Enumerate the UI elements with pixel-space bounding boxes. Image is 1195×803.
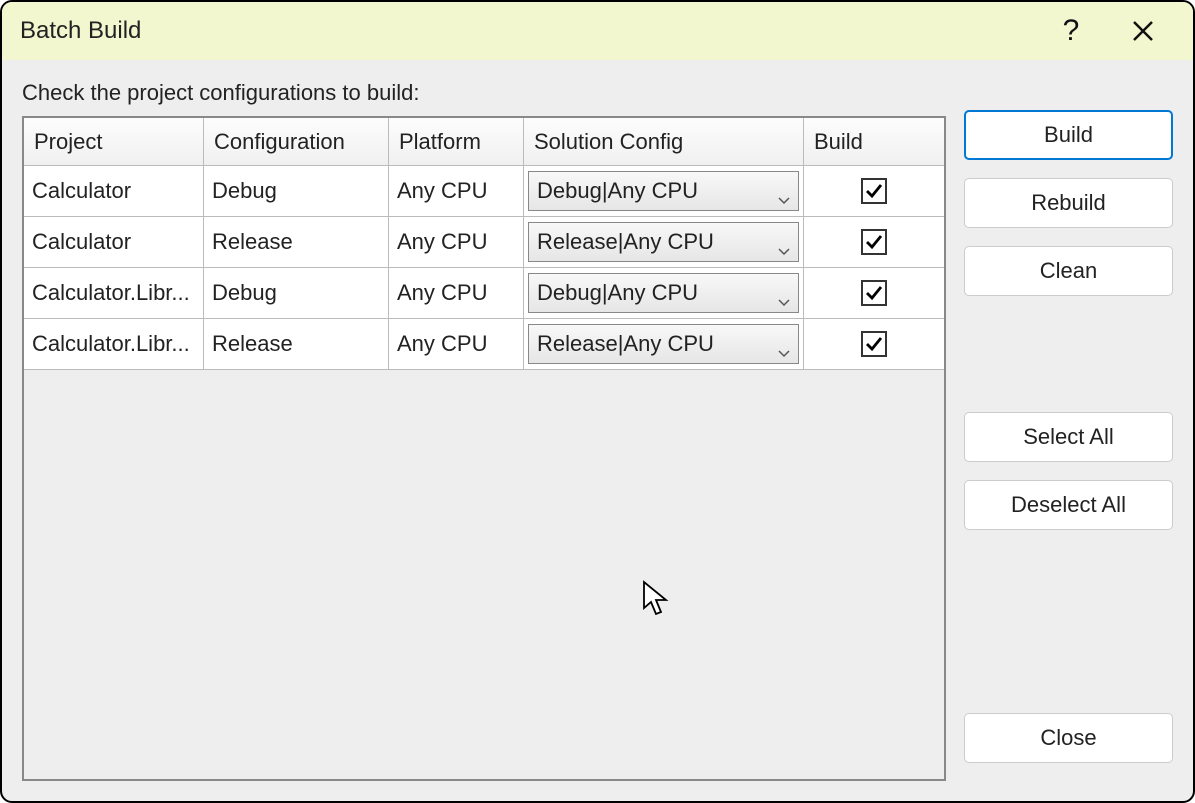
batch-build-dialog: Batch Build ? Check the project configur… bbox=[0, 0, 1195, 803]
cell-project[interactable]: Calculator bbox=[24, 166, 204, 217]
cell-configuration[interactable]: Release bbox=[204, 319, 389, 370]
cell-configuration[interactable]: Debug bbox=[204, 268, 389, 319]
cell-build bbox=[804, 268, 944, 319]
cell-platform[interactable]: Any CPU bbox=[389, 217, 524, 268]
solution-config-dropdown[interactable]: Debug|Any CPU bbox=[528, 273, 799, 313]
chevron-down-icon bbox=[778, 236, 790, 248]
cell-build bbox=[804, 217, 944, 268]
titlebar: Batch Build ? bbox=[2, 2, 1193, 60]
col-configuration[interactable]: Configuration bbox=[204, 118, 389, 166]
cell-platform[interactable]: Any CPU bbox=[389, 166, 524, 217]
cell-configuration[interactable]: Release bbox=[204, 217, 389, 268]
table-row: Calculator Release Any CPU Release|Any C… bbox=[24, 217, 944, 268]
deselect-all-button[interactable]: Deselect All bbox=[964, 480, 1173, 530]
col-solution-config[interactable]: Solution Config bbox=[524, 118, 804, 166]
solution-config-dropdown[interactable]: Debug|Any CPU bbox=[528, 171, 799, 211]
instruction-text: Check the project configurations to buil… bbox=[22, 80, 946, 106]
cell-project[interactable]: Calculator.Libr... bbox=[24, 268, 204, 319]
cell-platform[interactable]: Any CPU bbox=[389, 268, 524, 319]
cell-project[interactable]: Calculator.Libr... bbox=[24, 319, 204, 370]
rebuild-button[interactable]: Rebuild bbox=[964, 178, 1173, 228]
cell-solution-config: Debug|Any CPU bbox=[524, 268, 804, 319]
cell-configuration[interactable]: Debug bbox=[204, 166, 389, 217]
table-row: Calculator.Libr... Debug Any CPU Debug|A… bbox=[24, 268, 944, 319]
cell-solution-config: Release|Any CPU bbox=[524, 319, 804, 370]
cell-build bbox=[804, 166, 944, 217]
cell-solution-config: Debug|Any CPU bbox=[524, 166, 804, 217]
content-area: Check the project configurations to buil… bbox=[2, 60, 1193, 801]
solution-config-dropdown[interactable]: Release|Any CPU bbox=[528, 222, 799, 262]
build-button[interactable]: Build bbox=[964, 110, 1173, 160]
build-checkbox[interactable] bbox=[861, 280, 887, 306]
cell-build bbox=[804, 319, 944, 370]
select-all-button[interactable]: Select All bbox=[964, 412, 1173, 462]
left-pane: Check the project configurations to buil… bbox=[22, 80, 946, 781]
right-button-panel: Build Rebuild Clean Select All Deselect … bbox=[964, 80, 1173, 781]
chevron-down-icon bbox=[778, 287, 790, 299]
grid-body: Calculator Debug Any CPU Debug|Any CPU bbox=[24, 166, 944, 370]
dropdown-value: Release|Any CPU bbox=[537, 229, 778, 255]
cell-platform[interactable]: Any CPU bbox=[389, 319, 524, 370]
clean-button[interactable]: Clean bbox=[964, 246, 1173, 296]
build-checkbox[interactable] bbox=[861, 178, 887, 204]
col-project[interactable]: Project bbox=[24, 118, 204, 166]
grid-header: Project Configuration Platform Solution … bbox=[24, 118, 944, 166]
help-icon[interactable]: ? bbox=[1055, 15, 1087, 47]
dropdown-value: Debug|Any CPU bbox=[537, 178, 778, 204]
dialog-title: Batch Build bbox=[20, 17, 1055, 45]
cell-project[interactable]: Calculator bbox=[24, 217, 204, 268]
solution-config-dropdown[interactable]: Release|Any CPU bbox=[528, 324, 799, 364]
dropdown-value: Release|Any CPU bbox=[537, 331, 778, 357]
table-row: Calculator.Libr... Release Any CPU Relea… bbox=[24, 319, 944, 370]
col-platform[interactable]: Platform bbox=[389, 118, 524, 166]
cell-solution-config: Release|Any CPU bbox=[524, 217, 804, 268]
config-grid: Project Configuration Platform Solution … bbox=[22, 116, 946, 781]
table-row: Calculator Debug Any CPU Debug|Any CPU bbox=[24, 166, 944, 217]
build-checkbox[interactable] bbox=[861, 331, 887, 357]
chevron-down-icon bbox=[778, 185, 790, 197]
close-button[interactable]: Close bbox=[964, 713, 1173, 763]
col-build[interactable]: Build bbox=[804, 118, 944, 166]
title-controls: ? bbox=[1055, 15, 1179, 47]
close-icon[interactable] bbox=[1127, 15, 1159, 47]
chevron-down-icon bbox=[778, 338, 790, 350]
build-checkbox[interactable] bbox=[861, 229, 887, 255]
dropdown-value: Debug|Any CPU bbox=[537, 280, 778, 306]
